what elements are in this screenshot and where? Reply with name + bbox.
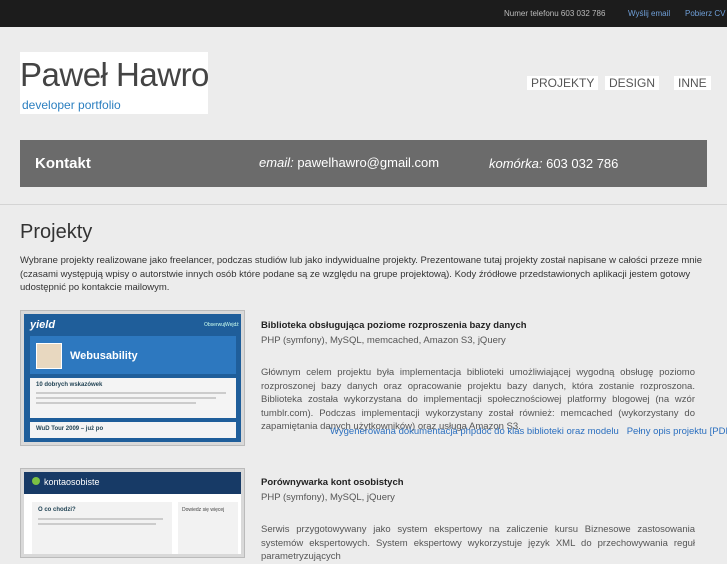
project-title: Biblioteka obsługująca poziome rozprosze… xyxy=(261,320,527,331)
thumb-post: 10 dobrych wskazówek xyxy=(30,378,236,418)
text-line xyxy=(38,523,156,525)
logo-icon xyxy=(32,477,40,485)
thumbnail-screenshot: yield Obserwuj Wejdź Webusability 10 dob… xyxy=(24,314,241,442)
project-thumbnail[interactable]: yield Obserwuj Wejdź Webusability 10 dob… xyxy=(20,310,245,446)
thumb-side-title: Dowiedz się więcej xyxy=(182,507,225,513)
project-links: Wygenerowana dokumentacja phpdoc do klas… xyxy=(330,426,727,437)
pdf-link[interactable]: Pełny opis projektu [PDF] xyxy=(627,426,727,437)
intro-text: Wybrane projekty realizowane jako freela… xyxy=(20,255,702,293)
thumb-content: O co chodzi? xyxy=(32,502,172,554)
email-label: email: xyxy=(259,155,294,170)
text-line xyxy=(36,402,196,404)
thumb-header: kontaosobiste xyxy=(24,472,241,494)
project-title: Porównywarka kont osobistych xyxy=(261,477,404,488)
thumb-post-title: 10 dobrych wskazówek xyxy=(36,382,103,388)
email-value: pawelhawro@gmail.com xyxy=(297,155,440,170)
thumb-tab: Wejdź xyxy=(225,322,239,328)
contact-email[interactable]: email: pawelhawro@gmail.com xyxy=(259,155,439,170)
phone-value: 603 032 786 xyxy=(546,156,619,171)
header-divider xyxy=(0,204,727,205)
thumb-footer: WuD Tour 2009 – już po xyxy=(30,422,236,438)
site-logo[interactable]: Paweł Hawro developer portfolio xyxy=(20,52,209,114)
thumb-logo: yield xyxy=(30,319,56,331)
text-line xyxy=(36,397,216,399)
nav-design[interactable]: DESIGN xyxy=(605,76,660,90)
top-bar: Numer telefonu 603 032 786 Wyślij email … xyxy=(0,0,727,27)
avatar xyxy=(36,343,62,369)
project-technologies: PHP (symfony), MySQL, memcached, Amazon … xyxy=(261,335,506,346)
contact-phone: komórka: 603 032 786 xyxy=(489,156,618,171)
project-technologies: PHP (symfony), MySQL, jQuery xyxy=(261,492,395,503)
thumb-banner-title: Webusability xyxy=(70,350,138,362)
phone-label: komórka: xyxy=(489,156,543,171)
logo-subtitle: developer portfolio xyxy=(22,98,121,112)
thumb-question: O co chodzi? xyxy=(38,507,76,513)
nav-inne[interactable]: INNE xyxy=(674,76,711,90)
contact-title: Kontakt xyxy=(35,155,91,172)
thumb-tab: Obserwuj xyxy=(204,322,226,328)
thumb-footer-text: WuD Tour 2009 – już po xyxy=(36,426,104,432)
thumbnail-screenshot: kontaosobiste O co chodzi? Dowiedz się w… xyxy=(24,472,241,554)
text-line xyxy=(36,392,226,394)
page-title: Projekty xyxy=(20,221,93,243)
thumb-banner: Webusability xyxy=(30,336,236,374)
nav-projekty[interactable]: PROJEKTY xyxy=(527,76,599,90)
contact-bar: Kontakt email: pawelhawro@gmail.com komó… xyxy=(20,140,707,187)
project-description: Serwis przygotowywany jako system eksper… xyxy=(261,524,695,562)
logo-name: Paweł Hawro xyxy=(20,56,209,93)
text-line xyxy=(38,518,163,520)
send-email-link[interactable]: Wyślij email xyxy=(628,9,670,18)
phone-number-text: Numer telefonu 603 032 786 xyxy=(504,9,606,18)
thumb-sidebar: Dowiedz się więcej xyxy=(178,502,238,554)
download-cv-link[interactable]: Pobierz CV xyxy=(685,9,725,18)
project-description: Głównym celem projektu była implementacj… xyxy=(261,367,695,432)
thumb-logo: kontaosobiste xyxy=(44,477,100,487)
docs-link[interactable]: Wygenerowana dokumentacja phpdoc do klas… xyxy=(330,426,619,437)
